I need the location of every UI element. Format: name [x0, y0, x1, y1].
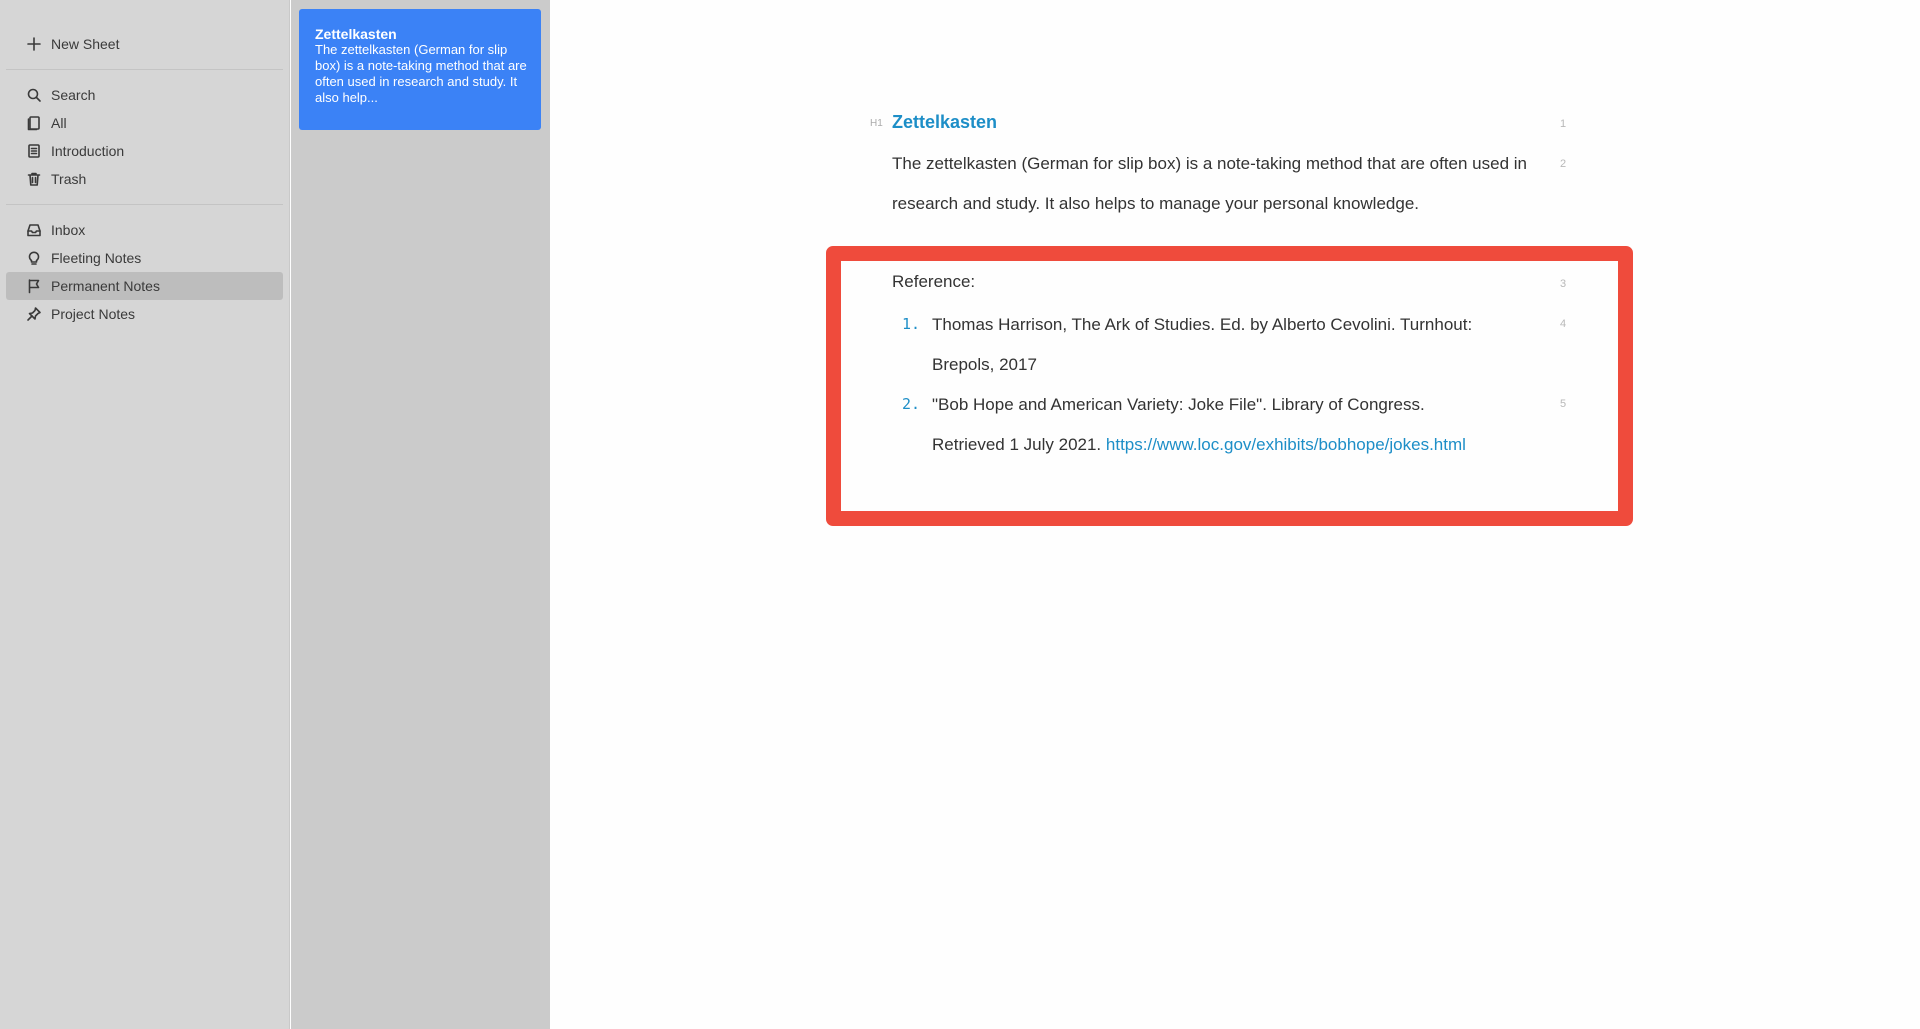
- sidebar-item-label: Permanent Notes: [51, 278, 160, 294]
- list-item-continuation[interactable]: Brepols, 2017: [932, 345, 1037, 385]
- sheets-icon: [25, 114, 43, 132]
- sidebar-divider: [6, 204, 283, 205]
- document-icon: [25, 142, 43, 160]
- line-number: 1: [1560, 118, 1567, 130]
- plus-icon: [25, 35, 43, 53]
- list-number: 1.: [902, 315, 921, 333]
- list-item-continuation[interactable]: Retrieved 1 July 2021. https://www.loc.g…: [932, 425, 1466, 465]
- sidebar-item-label: Inbox: [51, 222, 86, 238]
- list-item[interactable]: Thomas Harrison, The Ark of Studies. Ed.…: [932, 305, 1472, 345]
- new-sheet-button[interactable]: New Sheet: [6, 30, 283, 58]
- editor[interactable]: H1 Zettelkasten 1 The zettelkasten (Germ…: [550, 0, 1920, 1029]
- sheet-card-excerpt: The zettelkasten (German for slip box) i…: [315, 42, 527, 105]
- sidebar-divider: [6, 69, 283, 70]
- sidebar-item-label: Project Notes: [51, 306, 136, 322]
- app-window: New Sheet Search All Introduction Trash …: [0, 0, 1920, 1029]
- document-heading[interactable]: Zettelkasten: [892, 112, 997, 133]
- lightbulb-icon: [25, 249, 43, 267]
- pin-icon: [25, 305, 43, 323]
- reference-link[interactable]: https://www.loc.gov/exhibits/bobhope/jok…: [1106, 435, 1466, 454]
- trash-icon: [25, 170, 43, 188]
- sidebar-item-label: Search: [51, 87, 96, 103]
- h1-marker: H1: [870, 118, 883, 129]
- new-sheet-label: New Sheet: [51, 36, 120, 52]
- sidebar-item-fleeting-notes[interactable]: Fleeting Notes: [6, 244, 283, 272]
- sidebar-item-label: Introduction: [51, 143, 125, 159]
- inbox-icon: [25, 221, 43, 239]
- sidebar-item-all[interactable]: All: [6, 109, 283, 137]
- sheet-card-zettelkasten[interactable]: Zettelkasten The zettelkasten (German fo…: [299, 9, 541, 130]
- search-icon: [25, 86, 43, 104]
- flag-icon: [25, 277, 43, 295]
- sidebar: New Sheet Search All Introduction Trash …: [0, 0, 290, 1029]
- line-number: 2: [1560, 158, 1567, 170]
- line-number: 5: [1560, 398, 1567, 410]
- sidebar-item-search[interactable]: Search: [6, 81, 283, 109]
- reference-label[interactable]: Reference:: [892, 272, 975, 292]
- sidebar-item-introduction[interactable]: Introduction: [6, 137, 283, 165]
- sidebar-item-inbox[interactable]: Inbox: [6, 216, 283, 244]
- sidebar-item-label: All: [51, 115, 67, 131]
- line-number: 3: [1560, 278, 1567, 290]
- body-paragraph[interactable]: The zettelkasten (German for slip box) i…: [892, 144, 1532, 224]
- reference-text: Retrieved 1 July 2021.: [932, 435, 1106, 454]
- sidebar-item-project-notes[interactable]: Project Notes: [6, 300, 283, 328]
- list-item[interactable]: "Bob Hope and American Variety: Joke Fil…: [932, 385, 1425, 425]
- sheet-card-title: Zettelkasten: [315, 26, 397, 42]
- sidebar-item-label: Trash: [51, 171, 87, 187]
- line-number: 4: [1560, 318, 1567, 330]
- list-number: 2.: [902, 395, 921, 413]
- sidebar-item-permanent-notes[interactable]: Permanent Notes: [6, 272, 283, 300]
- sidebar-item-label: Fleeting Notes: [51, 250, 142, 266]
- sheet-list: Zettelkasten The zettelkasten (German fo…: [291, 0, 550, 1029]
- sidebar-item-trash[interactable]: Trash: [6, 165, 283, 193]
